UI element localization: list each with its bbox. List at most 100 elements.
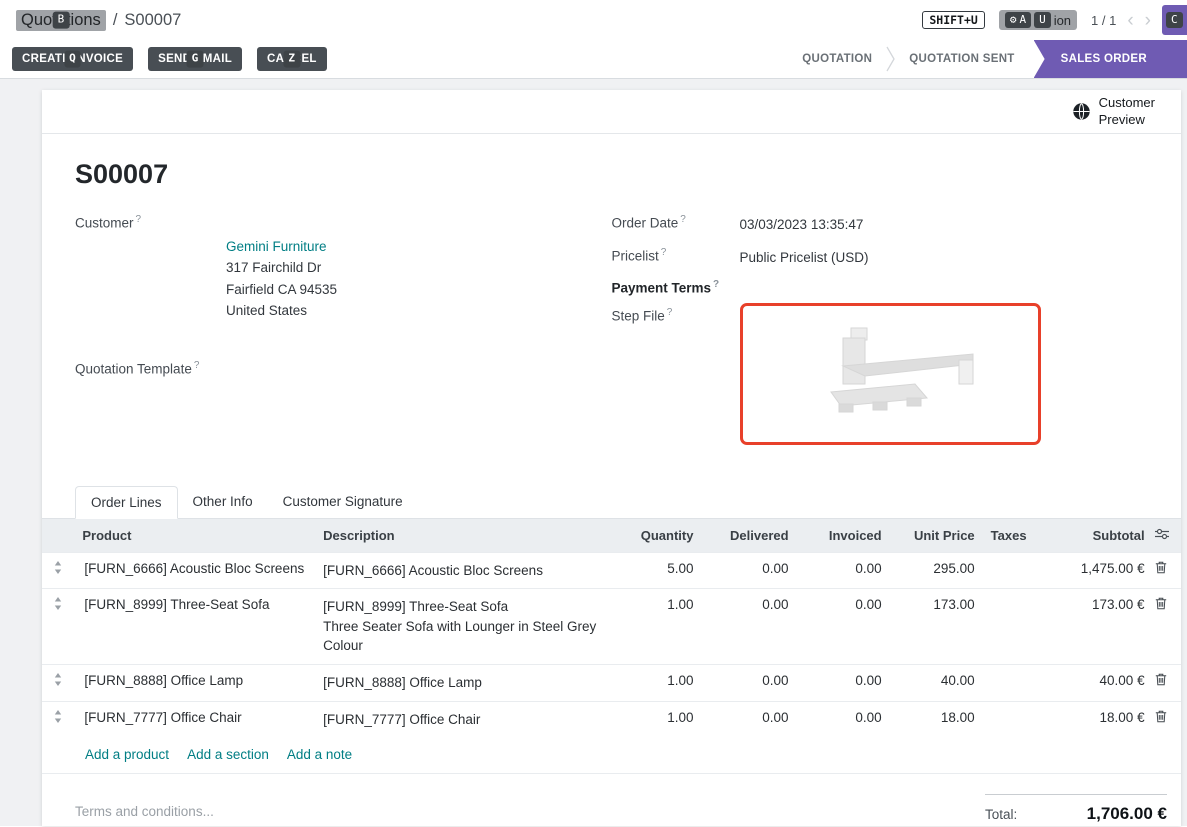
action-buttons: CREATE INVOICE Q SEND EMAIL G CANCEL Z <box>12 40 327 78</box>
drag-handle-icon[interactable] <box>54 710 62 726</box>
help-icon: ? <box>680 214 686 225</box>
order-line-description[interactable]: [FURN_6666] Acoustic Bloc Screens <box>315 552 610 589</box>
delete-row-icon[interactable] <box>1155 561 1167 577</box>
order-line-product[interactable]: [FURN_8999] Three-Seat Sofa <box>74 589 315 665</box>
help-icon: ? <box>136 214 142 225</box>
col-taxes[interactable]: Taxes <box>983 519 1040 553</box>
breadcrumb: Quotations B / S00007 <box>16 10 181 31</box>
order-line-taxes[interactable] <box>983 664 1040 701</box>
form-left-column: Customer? Gemini Furniture 317 Fairchild… <box>75 214 612 456</box>
order-line-delivered[interactable]: 0.00 <box>701 589 796 665</box>
total-label: Total: <box>985 807 1017 822</box>
order-line-quantity[interactable]: 1.00 <box>610 589 701 665</box>
order-line-row[interactable]: [FURN_6666] Acoustic Bloc Screens [FURN_… <box>42 552 1181 589</box>
drag-handle-icon[interactable] <box>54 597 62 613</box>
delete-row-icon[interactable] <box>1155 597 1167 613</box>
tab-order-lines[interactable]: Order Lines <box>75 486 178 519</box>
status-step-quotation[interactable]: QUOTATION <box>788 53 886 65</box>
customer-preview-button[interactable]: Customer Preview <box>1072 95 1155 128</box>
help-icon: ? <box>667 307 673 318</box>
sales-order-sheet: Customer Preview S00007 Customer? Gemini… <box>42 90 1181 826</box>
status-step-quotation-sent[interactable]: QUOTATION SENT <box>895 53 1028 65</box>
col-unit-price[interactable]: Unit Price <box>890 519 983 553</box>
order-line-invoiced[interactable]: 0.00 <box>797 701 890 737</box>
pager-next-icon[interactable]: › <box>1145 11 1151 30</box>
col-product[interactable]: Product <box>74 519 315 553</box>
delete-row-icon[interactable] <box>1155 710 1167 726</box>
add-product-link[interactable]: Add a product <box>85 747 169 762</box>
order-line-product[interactable]: [FURN_7777] Office Chair <box>74 701 315 737</box>
action-menu-label: ion <box>1054 13 1071 28</box>
order-line-product[interactable]: [FURN_6666] Acoustic Bloc Screens <box>74 552 315 589</box>
order-line-row[interactable]: [FURN_8888] Office Lamp [FURN_8888] Offi… <box>42 664 1181 701</box>
col-description[interactable]: Description <box>315 519 610 553</box>
order-line-delivered[interactable]: 0.00 <box>701 664 796 701</box>
col-quantity[interactable]: Quantity <box>610 519 701 553</box>
pricelist-value[interactable]: Public Pricelist (USD) <box>740 247 869 269</box>
terms-placeholder[interactable]: Terms and conditions... <box>75 804 214 819</box>
table-header-row: Product Description Quantity Delivered I… <box>42 519 1181 553</box>
order-line-unit-price[interactable]: 18.00 <box>890 701 983 737</box>
step-file-image[interactable] <box>740 303 1041 445</box>
breadcrumb-separator: / <box>113 11 118 30</box>
order-line-taxes[interactable] <box>983 589 1040 665</box>
cancel-button[interactable]: CANCEL Z <box>257 47 327 71</box>
action-menu[interactable]: ⚙A U ion <box>999 10 1077 31</box>
order-line-actions: Add a product Add a section Add a note <box>42 737 1181 774</box>
order-line-invoiced[interactable]: 0.00 <box>797 589 890 665</box>
order-line-delivered[interactable]: 0.00 <box>701 552 796 589</box>
optional-columns-icon[interactable] <box>1155 528 1169 543</box>
gear-icon: ⚙ <box>1010 13 1017 28</box>
customer-preview-label: Customer Preview <box>1099 95 1155 128</box>
order-line-taxes[interactable] <box>983 552 1040 589</box>
add-section-link[interactable]: Add a section <box>187 747 269 762</box>
breadcrumb-right-controls: SHIFT+U ⚙A U ion 1 / 1 ‹ › <box>922 10 1151 31</box>
order-line-quantity[interactable]: 5.00 <box>610 552 701 589</box>
shortcut-hint-a: ⚙A <box>1005 12 1031 29</box>
drag-handle-icon[interactable] <box>54 673 62 689</box>
order-lines-table: Product Description Quantity Delivered I… <box>42 519 1181 737</box>
order-line-invoiced[interactable]: 0.00 <box>797 552 890 589</box>
order-date-field-row: Order Date? 03/03/2023 13:35:47 <box>612 214 1149 236</box>
order-line-description[interactable]: [FURN_8999] Three-Seat Sofa Three Seater… <box>315 589 610 665</box>
delete-row-icon[interactable] <box>1155 673 1167 689</box>
order-line-product[interactable]: [FURN_8888] Office Lamp <box>74 664 315 701</box>
col-subtotal[interactable]: Subtotal <box>1039 519 1152 553</box>
order-line-unit-price[interactable]: 173.00 <box>890 589 983 665</box>
help-icon: ? <box>194 360 200 371</box>
tab-other-info[interactable]: Other Info <box>178 486 268 518</box>
tab-customer-signature[interactable]: Customer Signature <box>268 486 418 518</box>
status-step-sales-order[interactable]: SALES ORDER <box>1034 40 1187 78</box>
create-invoice-button[interactable]: CREATE INVOICE Q <box>12 47 133 71</box>
form-fields: Customer? Gemini Furniture 317 Fairchild… <box>75 214 1148 456</box>
col-handle <box>42 519 74 553</box>
drag-handle-icon[interactable] <box>54 561 62 577</box>
order-line-description[interactable]: [FURN_8888] Office Lamp <box>315 664 610 701</box>
order-line-invoiced[interactable]: 0.00 <box>797 664 890 701</box>
order-line-quantity[interactable]: 1.00 <box>610 664 701 701</box>
pager-previous-icon[interactable]: ‹ <box>1127 11 1133 30</box>
col-delivered[interactable]: Delivered <box>701 519 796 553</box>
order-line-description[interactable]: [FURN_7777] Office Chair <box>315 701 610 737</box>
customer-label: Customer? <box>75 214 226 344</box>
order-line-taxes[interactable] <box>983 701 1040 737</box>
order-date-value[interactable]: 03/03/2023 13:35:47 <box>740 214 864 236</box>
order-line-row[interactable]: [FURN_8999] Three-Seat Sofa [FURN_8999] … <box>42 589 1181 665</box>
create-button-partial[interactable]: C <box>1162 5 1187 35</box>
customer-address: 317 Fairchild Dr Fairfield CA 94535 Unit… <box>226 257 337 322</box>
col-invoiced[interactable]: Invoiced <box>797 519 890 553</box>
order-line-delivered[interactable]: 0.00 <box>701 701 796 737</box>
sheet-body: S00007 Customer? Gemini Furniture 317 Fa… <box>42 134 1181 456</box>
customer-name-link[interactable]: Gemini Furniture <box>226 239 327 254</box>
help-icon: ? <box>661 247 667 258</box>
add-note-link[interactable]: Add a note <box>287 747 352 762</box>
order-line-row[interactable]: [FURN_7777] Office Chair [FURN_7777] Off… <box>42 701 1181 737</box>
send-email-button[interactable]: SEND EMAIL G <box>148 47 242 71</box>
breadcrumb-quotations[interactable]: Quotations B <box>16 10 106 31</box>
order-line-quantity[interactable]: 1.00 <box>610 701 701 737</box>
order-line-unit-price[interactable]: 295.00 <box>890 552 983 589</box>
order-line-subtotal: 173.00 € <box>1039 589 1152 665</box>
order-line-unit-price[interactable]: 40.00 <box>890 664 983 701</box>
customer-value[interactable]: Gemini Furniture 317 Fairchild Dr Fairfi… <box>226 214 337 344</box>
col-options <box>1153 519 1181 553</box>
